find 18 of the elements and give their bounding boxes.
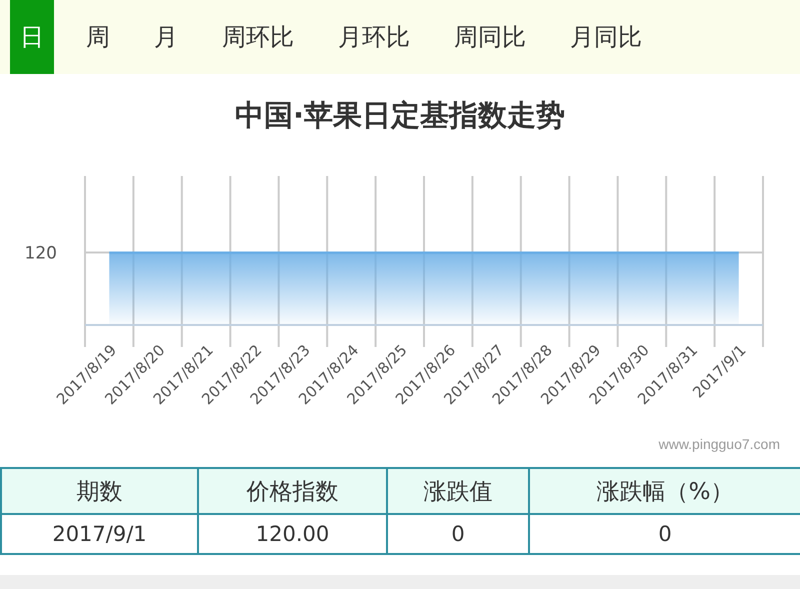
tab[interactable]: 周同比 — [436, 0, 544, 74]
tab[interactable]: 周 — [68, 0, 128, 74]
table-cell: 0 — [529, 514, 800, 554]
tab[interactable]: 月同比 — [552, 0, 660, 74]
y-axis-label: 120 — [24, 244, 57, 264]
tab[interactable]: 周环比 — [204, 0, 312, 74]
table-cell: 0 — [387, 514, 529, 554]
tab[interactable]: 月 — [136, 0, 196, 74]
tab[interactable]: 月环比 — [320, 0, 428, 74]
column-header: 期数 — [1, 468, 198, 514]
column-header: 价格指数 — [198, 468, 387, 514]
column-header: 涨跌幅（%） — [529, 468, 800, 514]
column-header: 涨跌值 — [387, 468, 529, 514]
table-cell: 2017/9/1 — [1, 514, 198, 554]
chart-title: 中国·苹果日定基指数走势 — [234, 97, 566, 134]
table-cell: 120.00 — [198, 514, 387, 554]
chart-credit: www.pingguo7.com — [658, 436, 780, 452]
tab[interactable]: 日 — [10, 0, 54, 74]
